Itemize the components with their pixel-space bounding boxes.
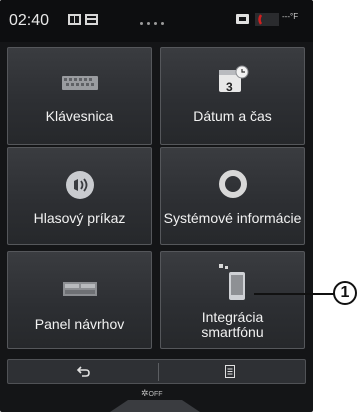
keyboard-label: Klávesnica [45,108,114,124]
message-icon[interactable] [236,13,249,26]
voice-command-label: Hlasový príkaz [33,210,126,226]
system-info-icon [218,170,247,198]
smartphone-integration-label-line2: smartfónu [201,324,264,340]
climate-fan[interactable]: ✲OFF [141,388,163,399]
date-time-label: Dátum a čas [193,108,272,124]
keyboard-icon [61,76,98,90]
calendar-day: 3 [226,80,233,94]
infotainment-screen: 02:40 ---°F Klávesnica 3 Dátum a čas Hla… [0,0,313,412]
menu-icon[interactable] [225,365,235,378]
back-icon[interactable] [76,366,90,378]
callout-marker: 1 [333,281,357,305]
suggestions-panel-label: Panel návrhov [34,316,125,332]
date-time-tile[interactable]: 3 Dátum a čas [160,47,305,145]
outside-temperature: ---°F [282,12,299,21]
bottom-action-bar [7,359,306,384]
smartphone-integration-tile[interactable]: Integrácia smartfónu [160,251,305,349]
page-indicator [140,22,164,25]
voice-command-icon [65,171,94,199]
smartphone-integration-icon [218,264,245,300]
book-icon[interactable] [68,13,81,26]
media-icon[interactable] [85,13,98,26]
system-info-tile[interactable]: Systémové informácie [160,147,305,245]
system-info-label: Systémové informácie [163,210,302,226]
clock: 02:40 [9,12,50,29]
fan-status: OFF [148,391,163,398]
callout-leader-line [254,293,336,295]
fan-icon: ✲ [141,388,149,398]
phone-status-icon[interactable] [255,13,279,26]
suggestions-panel-tile[interactable]: Panel návrhov [7,251,152,349]
voice-command-tile[interactable]: Hlasový príkaz [7,147,152,245]
bottom-bezel [110,400,200,412]
smartphone-integration-label-line1: Integrácia [201,309,264,325]
suggestions-panel-icon [62,282,97,296]
bar-divider [158,363,159,381]
status-bar: 02:40 ---°F [0,0,313,42]
keyboard-tile[interactable]: Klávesnica [7,47,152,145]
